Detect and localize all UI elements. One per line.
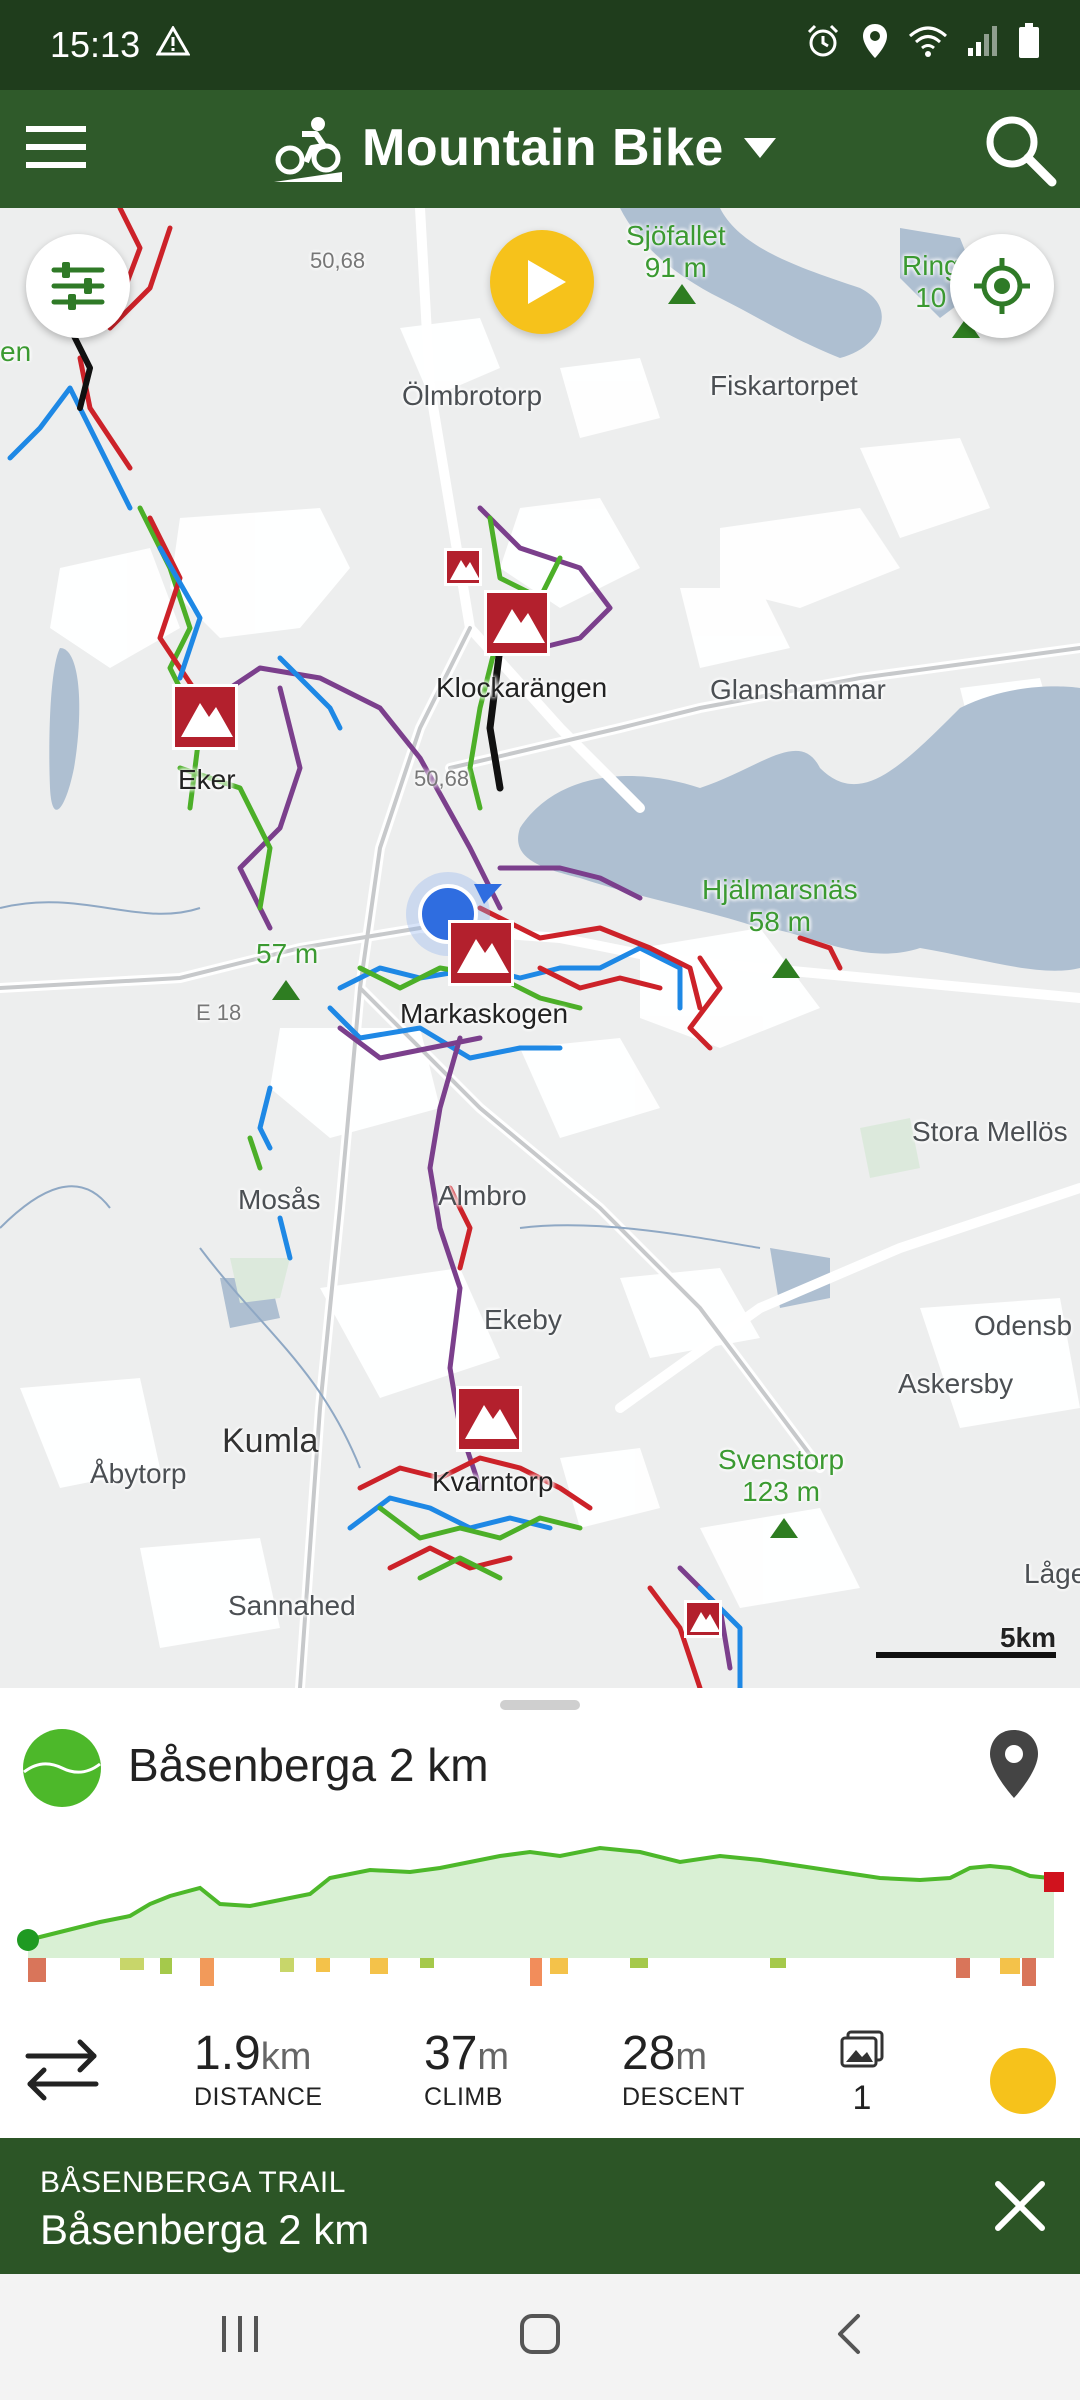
climb-stat: 37m CLIMB <box>424 2026 509 2112</box>
trail-title: Båsenberga 2 km <box>128 1739 489 1791</box>
descent-value: 28 <box>622 2027 676 2080</box>
peak-label-sjofallet: Sjöfallet 91 m <box>626 220 726 284</box>
distance-unit: km <box>260 2036 312 2078</box>
app-title: Mountain Bike <box>362 119 724 177</box>
status-time: 15:13 <box>50 24 141 65</box>
sheet-drag-handle[interactable] <box>500 1700 580 1710</box>
place-label: Ölmbrotorp <box>402 380 543 411</box>
swap-direction-icon[interactable] <box>24 2038 100 2102</box>
climb-unit: m <box>477 2036 510 2078</box>
place-label: Ekeby <box>484 1304 562 1335</box>
peak-height-label: 57 m <box>256 938 319 969</box>
peak-height: 91 m <box>644 252 707 283</box>
trail-bar-title: Båsenberga 2 km <box>40 2206 370 2253</box>
place-label: Almbro <box>438 1180 527 1211</box>
trail-difficulty-icon <box>22 1728 102 1808</box>
trail-bar-subtitle: BÅSENBERGA TRAIL <box>40 2166 346 2199</box>
peak-name: Svenstorp <box>718 1444 845 1475</box>
wifi-icon <box>909 26 947 57</box>
descent-unit: m <box>675 2036 708 2078</box>
climb-label: CLIMB <box>424 2083 503 2111</box>
warning-icon <box>155 24 191 64</box>
peak-label-svenstorp: Svenstorp 123 m <box>718 1444 844 1508</box>
play-icon <box>528 260 566 304</box>
filter-button[interactable] <box>26 234 130 338</box>
activity-selector[interactable]: Mountain Bike <box>272 108 778 188</box>
road-label: 50,68 <box>310 248 366 273</box>
back-icon[interactable] <box>828 2312 872 2361</box>
peak-name: Hjälmarsnäs <box>702 874 858 905</box>
close-icon[interactable] <box>990 2176 1050 2236</box>
photos-count: 1 <box>852 2079 872 2117</box>
trail-center-marker[interactable] <box>684 1600 722 1638</box>
play-button[interactable] <box>490 230 594 334</box>
place-label: Askersby <box>898 1368 1014 1399</box>
status-icons <box>804 22 1040 60</box>
climb-value: 37 <box>424 2027 478 2080</box>
place-label: Låge <box>1024 1558 1080 1589</box>
trail-center-marker-kvarntorp[interactable] <box>456 1386 522 1452</box>
trail-center-marker-klockarangen[interactable] <box>484 590 550 656</box>
signal-icon <box>968 26 997 56</box>
place-label: Kvarntorp <box>432 1466 554 1497</box>
place-label: Glanshammar <box>710 674 886 705</box>
photo-icon <box>840 2030 884 2068</box>
descent-label: DESCENT <box>622 2083 745 2111</box>
system-navigation-bar <box>0 2274 1080 2400</box>
home-icon[interactable] <box>518 2312 562 2361</box>
hamburger-menu-icon[interactable] <box>22 112 92 182</box>
place-label: Kumla <box>222 1422 319 1460</box>
trail-stats: 1.9km DISTANCE 37m CLIMB 28m DESCENT 1 <box>0 2018 1080 2128</box>
place-label: Eker <box>178 764 236 795</box>
distance-stat: 1.9km DISTANCE <box>194 2026 323 2112</box>
place-label: Fiskartorpet <box>710 370 858 401</box>
place-label: Stora Mellös <box>912 1116 1068 1147</box>
alarm-icon <box>807 24 839 57</box>
place-label: Åbytorp <box>90 1458 187 1489</box>
app-bar: Mountain Bike <box>0 90 1080 208</box>
chevron-down-icon <box>743 138 776 158</box>
peak-label-hjalmarsnas: Hjälmarsnäs 58 m <box>702 874 858 938</box>
place-label: Markaskogen <box>400 998 569 1029</box>
battery-icon <box>1019 23 1039 58</box>
place-label: Odensb <box>974 1310 1073 1341</box>
elevation-profile[interactable] <box>0 1808 1080 1998</box>
scale-line <box>876 1652 1056 1658</box>
search-icon[interactable] <box>982 112 1058 188</box>
sliders-icon <box>51 262 105 310</box>
trail-center-marker-markaskogen[interactable] <box>448 920 514 986</box>
crosshair-icon <box>974 258 1030 314</box>
selected-trail-bar[interactable]: BÅSENBERGA TRAIL Båsenberga 2 km <box>0 2138 1080 2274</box>
peak-height: 123 m <box>742 1476 820 1507</box>
recent-apps-icon[interactable] <box>218 2312 262 2361</box>
road-label: E 18 <box>196 1000 242 1025</box>
trail-detail-sheet[interactable]: Båsenberga 2 km 1.9km DISTANCE 37m CLIMB… <box>0 1688 1080 2138</box>
place-label: Sannahed <box>228 1590 356 1621</box>
descent-stat: 28m DESCENT <box>622 2026 745 2112</box>
location-icon <box>863 24 887 58</box>
map-scale: 5km <box>876 1622 1056 1658</box>
photos-button[interactable]: 1 <box>836 2030 888 2120</box>
map-pin-icon[interactable] <box>984 1728 1044 1800</box>
peak-name: Sjöfallet <box>626 220 726 251</box>
place-label: Klockarängen <box>436 672 608 703</box>
status-bar: 15:13 <box>0 0 1080 90</box>
map-view[interactable]: 50,68 Sjöfallet 91 m Ring 10 en Ölmbroto… <box>0 208 1080 1688</box>
place-label: Mosås <box>238 1184 321 1215</box>
road-label: 50,68 <box>414 766 470 791</box>
my-location-button[interactable] <box>950 234 1054 338</box>
trail-center-marker-eker[interactable] <box>172 684 238 750</box>
mountain-bike-icon <box>274 117 342 182</box>
distance-value: 1.9 <box>194 2027 261 2080</box>
distance-label: DISTANCE <box>194 2083 323 2111</box>
place-label: en <box>0 336 32 367</box>
trail-center-marker[interactable] <box>444 548 482 586</box>
scale-label: 5km <box>999 1622 1056 1653</box>
difficulty-color-indicator <box>990 2048 1056 2114</box>
peak-height: 58 m <box>748 906 811 937</box>
